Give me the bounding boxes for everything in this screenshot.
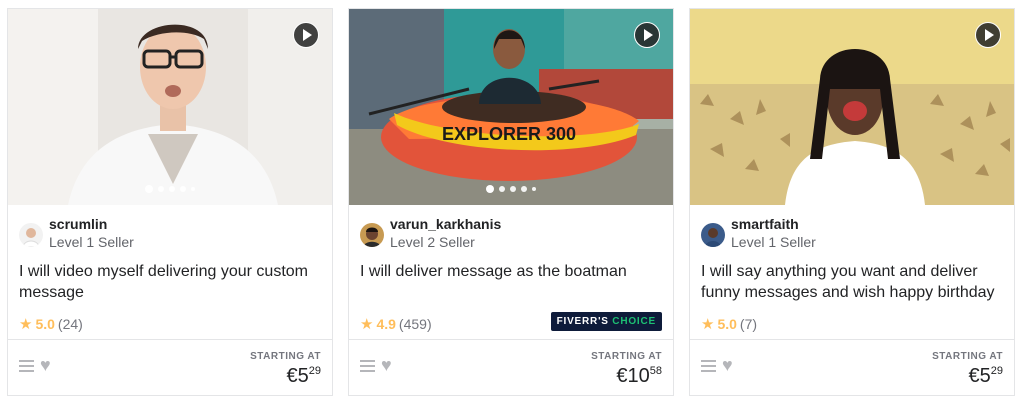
star-icon: ★ [19,316,33,333]
gig-price[interactable]: €529 [969,365,1004,388]
carousel-dots[interactable] [690,185,1014,193]
seller-name[interactable]: scrumlin [49,216,107,232]
review-count: (7) [739,316,758,332]
gig-rating: ★ 4.9 (459) [360,315,432,333]
play-icon[interactable] [293,22,319,48]
gig-video-thumbnail[interactable] [690,9,1014,205]
price-main: €10 [616,365,650,387]
video-frame [690,9,1014,205]
review-count: (24) [57,316,83,332]
gig-title[interactable]: I will video myself delivering your cust… [19,261,318,303]
seller-info[interactable]: smartfaith Level 1 Seller [701,216,1003,254]
heart-icon[interactable]: ♥ [722,355,733,376]
gig-rating: ★ 5.0 (24) [19,315,83,333]
rating-score: 5.0 [717,316,737,332]
avatar[interactable] [19,223,43,247]
list-menu-icon[interactable] [360,360,375,373]
badge-text-part2: CHOICE [612,316,656,327]
price-main: €5 [286,365,309,387]
video-frame: EXPLORER 300 [349,9,673,205]
card-footer: ♥ STARTING AT €1058 [349,339,673,395]
price-cents: 29 [990,365,1003,377]
list-menu-icon[interactable] [701,360,716,373]
play-icon[interactable] [634,22,660,48]
gig-title[interactable]: I will say anything you want and deliver… [701,261,1000,303]
carousel-dots[interactable] [8,185,332,193]
starting-at-label: STARTING AT [932,351,1003,362]
gig-card[interactable]: scrumlin Level 1 Seller I will video mys… [7,8,333,396]
starting-at-label: STARTING AT [591,351,662,362]
gig-title[interactable]: I will deliver message as the boatman [360,261,659,282]
gig-card[interactable]: EXPLORER 300 varun_karkhanis Level 2 Sel… [348,8,674,396]
seller-level: Level 1 Seller [49,234,134,250]
list-menu-icon[interactable] [19,360,34,373]
price-cents: 29 [308,365,321,377]
card-footer: ♥ STARTING AT €529 [8,339,332,395]
seller-info[interactable]: scrumlin Level 1 Seller [19,216,321,254]
gig-grid: scrumlin Level 1 Seller I will video mys… [0,0,1024,404]
gig-price[interactable]: €529 [287,365,322,388]
seller-name[interactable]: varun_karkhanis [390,216,501,232]
starting-at-label: STARTING AT [250,351,321,362]
badge-text-part1: FIVERR'S [556,316,613,327]
avatar[interactable] [701,223,725,247]
seller-info[interactable]: varun_karkhanis Level 2 Seller [360,216,662,254]
gig-rating: ★ 5.0 (7) [701,315,757,333]
play-icon[interactable] [975,22,1001,48]
video-frame [8,9,332,205]
seller-level: Level 2 Seller [390,234,475,250]
gig-video-thumbnail[interactable] [8,9,332,205]
seller-level: Level 1 Seller [731,234,816,250]
gig-card[interactable]: smartfaith Level 1 Seller I will say any… [689,8,1015,396]
fiverrs-choice-badge: FIVERR'S CHOICE [550,312,662,331]
card-footer: ♥ STARTING AT €529 [690,339,1014,395]
heart-icon[interactable]: ♥ [40,355,51,376]
rating-score: 4.9 [376,316,396,332]
price-cents: 58 [649,365,662,377]
seller-name[interactable]: smartfaith [731,216,799,232]
gig-price[interactable]: €1058 [616,365,662,388]
heart-icon[interactable]: ♥ [381,355,392,376]
carousel-dots[interactable] [349,185,673,193]
boat-label: EXPLORER 300 [442,124,576,144]
rating-score: 5.0 [35,316,55,332]
avatar[interactable] [360,223,384,247]
star-icon: ★ [701,316,715,333]
star-icon: ★ [360,316,374,333]
gig-video-thumbnail[interactable]: EXPLORER 300 [349,9,673,205]
review-count: (459) [398,316,432,332]
price-main: €5 [968,365,991,387]
